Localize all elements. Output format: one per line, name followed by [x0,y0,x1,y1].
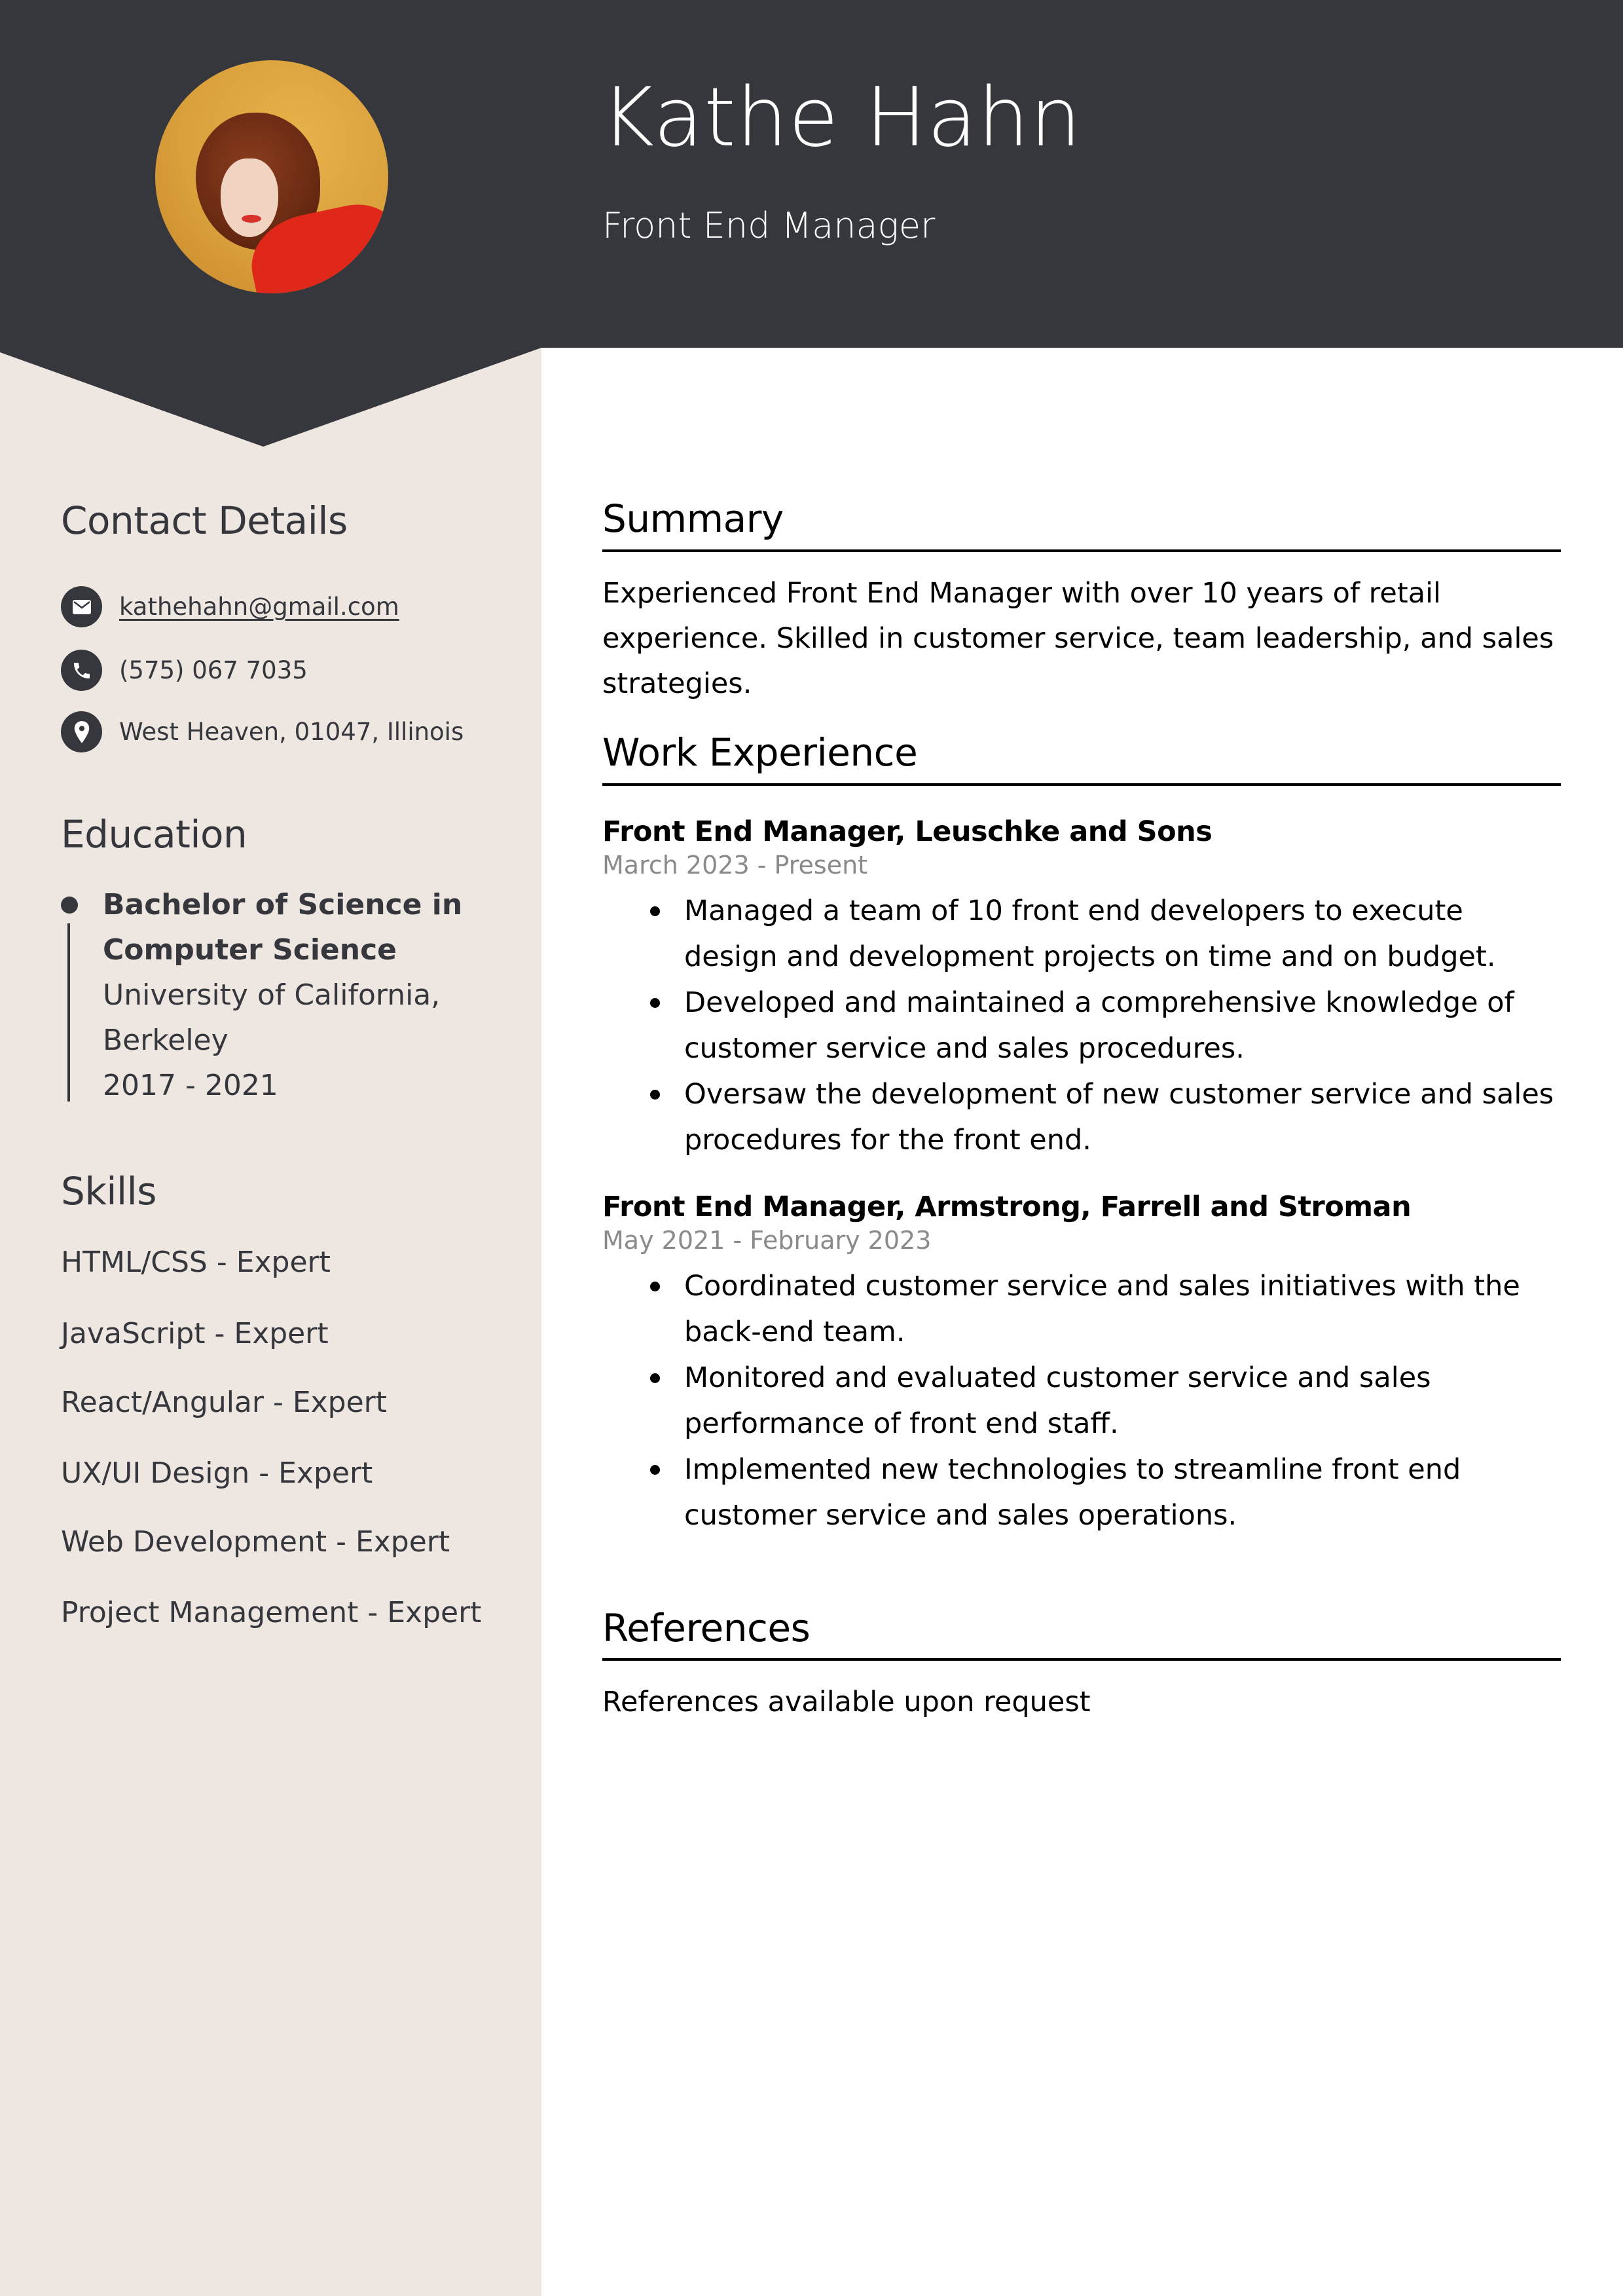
timeline-line [67,923,70,1102]
job-dates: May 2021 - February 2023 [602,1226,932,1255]
education-years: 2017 - 2021 [103,1069,278,1102]
bullet-text: Developed and maintained a comprehensive… [684,986,1514,1065]
bullet-text: Oversaw the development of new customer … [684,1078,1554,1157]
bullet-text: Implemented new technologies to streamli… [684,1453,1461,1532]
education-degree-line-2: Computer Science [103,933,397,967]
bullet-icon [650,1465,660,1475]
bullet-item: Implemented new technologies to streamli… [642,1447,1565,1538]
bullet-icon [650,1090,660,1100]
education-school-line-2: Berkeley [103,1024,228,1057]
skills-heading: Skills [61,1169,156,1213]
contact-location: West Heaven, 01047, Illinois [61,711,464,752]
job-title: Front End Manager, Leuschke and Sons [602,815,1213,848]
education-school-line-1: University of California, [103,978,441,1012]
candidate-title: Front End Manager [602,205,936,246]
bullet-icon [650,1373,660,1383]
skill-item: HTML/CSS - Expert [61,1246,331,1279]
skill-item: JavaScript - Expert [61,1317,329,1350]
location-text: West Heaven, 01047, Illinois [119,718,464,746]
bullet-item: Monitored and evaluated customer service… [642,1355,1565,1447]
summary-text: Experienced Front End Manager with over … [602,577,1554,700]
bullet-icon [650,998,660,1008]
contact-heading: Contact Details [61,498,348,543]
references-divider [602,1658,1561,1661]
education-degree-line-1: Bachelor of Science in [103,888,463,921]
contact-email[interactable]: kathehahn@gmail.com [61,586,399,627]
bullet-item: Developed and maintained a comprehensive… [642,980,1565,1071]
references-text: References available upon request [602,1686,1091,1718]
summary-heading: Summary [602,496,784,541]
bullet-text: Coordinated customer service and sales i… [684,1270,1520,1348]
summary-divider [602,549,1561,552]
job-title: Front End Manager, Armstrong, Farrell an… [602,1191,1412,1223]
profile-photo [155,60,388,293]
bullet-item: Coordinated customer service and sales i… [642,1263,1565,1355]
bullet-icon [650,906,660,916]
bullet-item: Oversaw the development of new customer … [642,1071,1565,1163]
photo-lips [242,215,261,223]
job-dates: March 2023 - Present [602,851,868,880]
skill-item: Project Management - Expert [61,1596,482,1629]
envelope-icon [61,586,102,627]
skill-item: Web Development - Expert [61,1525,450,1559]
education-heading: Education [61,812,247,857]
job-bullets: Coordinated customer service and sales i… [642,1263,1565,1538]
references-heading: References [602,1606,811,1650]
bullet-text: Monitored and evaluated customer service… [684,1361,1431,1440]
location-pin-icon [61,711,102,752]
skill-item: UX/UI Design - Expert [61,1456,373,1490]
bullet-item: Managed a team of 10 front end developer… [642,888,1565,980]
skill-item: React/Angular - Expert [61,1386,388,1419]
bullet-text: Managed a team of 10 front end developer… [684,895,1496,973]
work-experience-divider [602,783,1561,786]
photo-face [221,158,278,237]
phone-icon [61,650,102,691]
contact-phone: (575) 067 7035 [61,650,308,691]
candidate-name: Kathe Hahn [601,71,1082,165]
phone-text: (575) 067 7035 [119,656,308,684]
email-link[interactable]: kathehahn@gmail.com [119,595,399,619]
work-experience-heading: Work Experience [602,730,918,775]
timeline-dot [61,897,78,914]
bullet-icon [650,1282,660,1291]
job-bullets: Managed a team of 10 front end developer… [642,888,1565,1163]
